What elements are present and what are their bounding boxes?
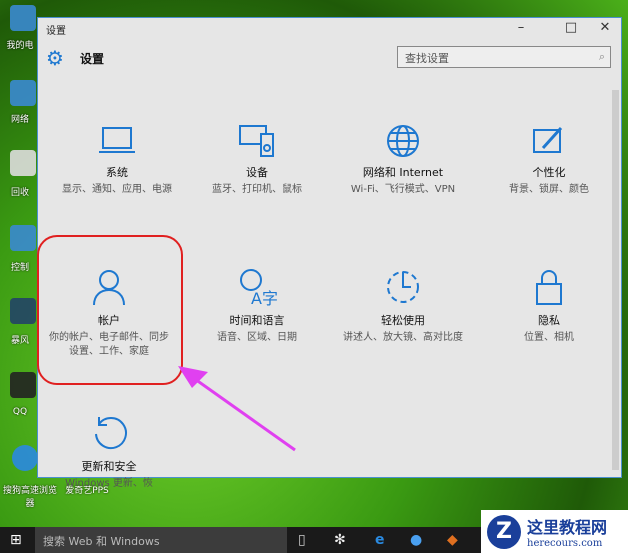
tile-desc: Wi-Fi、飞行模式、VPN: [350, 184, 456, 195]
windows-start-icon[interactable]: ⊞: [10, 532, 22, 548]
close-button[interactable]: ✕: [590, 20, 620, 35]
page-title: 设置: [79, 51, 104, 66]
tile-personalization[interactable]: 个性化 背景、锁屏、颜色: [479, 124, 619, 197]
tile-privacy[interactable]: 隐私 位置、相机: [479, 268, 619, 345]
fan-app-icon[interactable]: ✻: [334, 532, 346, 548]
window-title: 设置: [46, 25, 66, 37]
tile-desc: 显示、通知、应用、电源: [62, 184, 172, 195]
globe-icon: [387, 125, 419, 157]
watermark: Z 这里教程网 herecours.com: [481, 510, 628, 553]
tile-title: 更新和安全: [81, 460, 137, 473]
search-icon: ⌕: [598, 50, 605, 63]
task-view-icon[interactable]: ▯: [298, 532, 306, 548]
tile-ease-of-access[interactable]: 轻松使用 讲述人、放大镜、高对比度: [333, 268, 473, 345]
sogou-browser-icon[interactable]: ●: [410, 532, 422, 548]
tile-devices[interactable]: 设备 蓝牙、打印机、鼠标: [187, 124, 327, 197]
edge-icon[interactable]: e: [375, 532, 385, 548]
tile-desc: 蓝牙、打印机、鼠标: [212, 184, 302, 195]
tile-title: 设备: [246, 166, 268, 179]
highlight-circle: [37, 235, 183, 385]
search-input[interactable]: 查找设置 ⌕: [397, 46, 611, 68]
tile-desc: 语音、区域、日期: [217, 332, 297, 343]
search-placeholder: 查找设置: [405, 52, 449, 65]
minimize-button[interactable]: –: [506, 20, 536, 35]
ease-of-access-icon: [387, 271, 419, 303]
taskbar-search[interactable]: 搜索 Web 和 Windows: [35, 527, 287, 553]
fox-app-icon[interactable]: ◆: [447, 532, 458, 548]
svg-text:A字: A字: [251, 289, 277, 306]
tile-title: 轻松使用: [381, 314, 425, 327]
taskbar-search-text: 搜索 Web 和 Windows: [43, 535, 160, 548]
watermark-url: herecours.com: [527, 538, 603, 549]
tile-time-language[interactable]: A字 时间和语言 语音、区域、日期: [187, 268, 327, 345]
watermark-title: 这里教程网: [527, 518, 608, 537]
maximize-button[interactable]: □: [556, 20, 586, 35]
tile-desc: 背景、锁屏、颜色: [509, 184, 589, 195]
laptop-icon: [99, 127, 135, 153]
pointer-arrow: [178, 366, 296, 452]
tile-update-security[interactable]: 更新和安全 Windows 更新、恢: [39, 414, 179, 487]
tile-desc: 位置、相机: [524, 332, 574, 343]
tile-title: 时间和语言: [229, 314, 285, 327]
tile-title: 隐私: [538, 314, 560, 327]
watermark-logo-icon: Z: [487, 514, 521, 549]
refresh-icon: [95, 417, 127, 450]
tile-system[interactable]: 系统 显示、通知、应用、电源: [47, 124, 187, 197]
tile-network[interactable]: 网络和 Internet Wi-Fi、飞行模式、VPN: [333, 124, 473, 197]
tile-title: 网络和 Internet: [362, 166, 444, 179]
lock-icon: [536, 270, 562, 305]
paint-icon: [533, 126, 563, 153]
gear-icon: ⚙: [46, 46, 64, 70]
tile-title: 系统: [106, 166, 128, 179]
tile-desc: Windows 更新、恢: [65, 478, 153, 487]
time-language-icon: A字: [240, 269, 277, 306]
devices-icon: [239, 125, 274, 157]
tile-desc: 讲述人、放大镜、高对比度: [343, 332, 463, 343]
tile-title: 个性化: [532, 166, 566, 179]
